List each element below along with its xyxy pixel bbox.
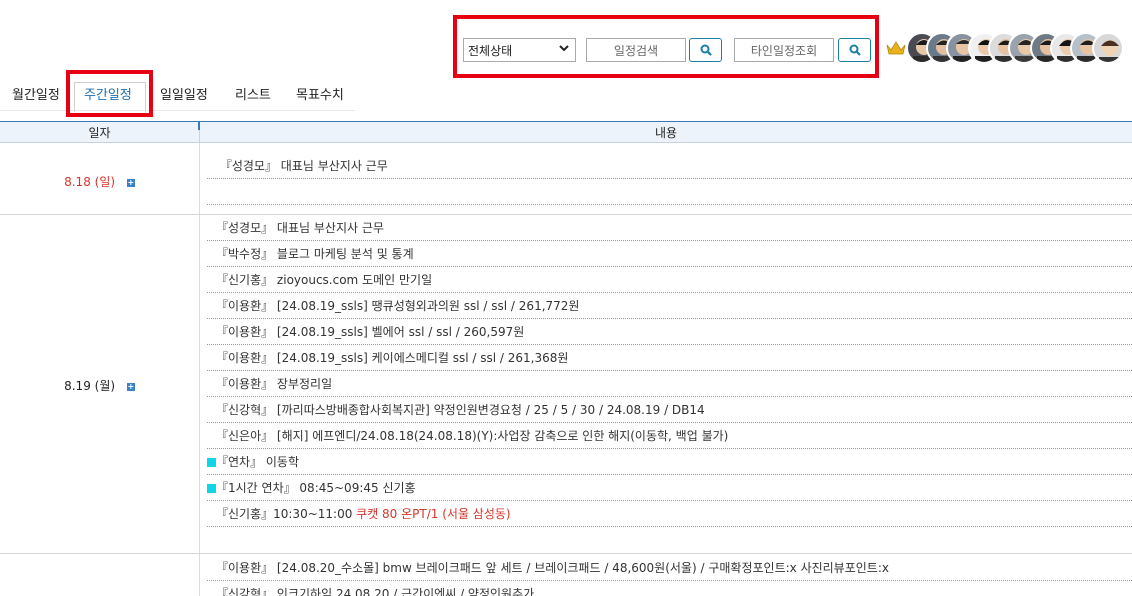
tab-underline [0,110,355,111]
schedule-entry[interactable]: 『이용환』 [24.08.19_ssls] 땡큐성형외과의원 ssl / ssl… [207,293,1132,319]
schedule-entry[interactable]: 『이용환』 [24.08.19_ssls] 벨에어 ssl / ssl / 26… [207,319,1132,345]
entry-marker [207,510,216,519]
active-tab-highlight-box [66,70,153,117]
schedule-entry[interactable]: 『신기홍』 zioyoucs.com 도메인 만기일 [207,267,1132,293]
tab-list[interactable]: 리스트 [235,82,271,110]
date-cell: 8.19 (월) + [0,377,199,394]
column-divider [199,143,200,596]
entry-marker [207,564,216,573]
entry-text: 『성경모』 대표님 부산지사 근무 [216,221,384,235]
plus-icon[interactable]: + [126,178,135,187]
member-avatar-list [906,32,1128,66]
column-header-content: 내용 [199,122,1132,144]
entry-text: 『1시간 연차』 08:45~09:45 신기홍 [216,481,416,495]
date-cell: 8.18 (일) + [0,173,199,190]
entry-marker [207,250,216,259]
entry-marker [207,302,216,311]
others-schedule-search-button[interactable] [838,38,871,62]
leave-marker [207,458,216,467]
row-separator [0,553,1132,554]
avatar[interactable] [1092,32,1124,64]
entry-text: 『신은아』 [해지] 에프엔디/24.08.18(24.08.18)(Y):사업… [216,429,729,443]
tab-monthly[interactable]: 월간일정 [12,82,60,110]
schedule-entry[interactable]: 『성경모』 대표님 부산지사 근무 [207,153,1132,179]
search-icon [700,44,712,56]
table-header: 일자 내용 [0,121,1132,144]
entry-text: 『이용환』 장부정리일 [216,377,333,391]
entry-text: 『신강혁』 인크기하임 24.08.20 / 근간이엔씨 / 약정인원추가 [216,587,535,596]
entry-text: 『신기홍』 zioyoucs.com 도메인 만기일 [216,273,433,287]
tab-target[interactable]: 목표수치 [296,82,344,110]
leave-marker [207,484,216,493]
column-resize-handle[interactable] [198,122,200,130]
entry-marker [207,328,216,337]
column-header-date: 일자 [88,126,111,140]
schedule-entry[interactable]: 『신기홍』10:30~11:00 쿠캣 80 온PT/1 (서울 삼성동) [207,501,1132,527]
entry-marker [207,590,216,596]
date-label: 8.18 (일) [64,175,116,189]
entry-text: 『이용환』 [24.08.19_ssls] 벨에어 ssl / ssl / 26… [216,325,525,339]
schedule-entry[interactable]: 『신강혁』 인크기하임 24.08.20 / 근간이엔씨 / 약정인원추가 [207,581,1132,596]
date-cell [0,570,199,584]
schedule-entry[interactable]: 『이용환』 장부정리일 [207,371,1132,397]
crown-icon [886,40,906,59]
schedule-entry-leave[interactable]: 『1시간 연차』 08:45~09:45 신기홍 [207,475,1132,501]
tab-daily[interactable]: 일일일정 [160,82,208,110]
schedule-entry-leave[interactable]: 『연차』 이동학 [207,449,1132,475]
entry-highlight-text: 쿠캣 80 온PT/1 (서울 삼성동) [356,507,511,521]
plus-icon[interactable]: + [126,382,135,391]
entry-text: 『이용환』 [24.08.20_수소몰] bmw 브레이크패드 앞 세트 / 브… [216,561,889,575]
entry-text: 『신기홍』10:30~11:00 [216,507,357,521]
entry-text: 『신강혁』 [까리따스방배종합사회복지관] 약정인원변경요청 / 25 / 5 … [216,403,705,417]
schedule-entry[interactable]: 『신강혁』 [까리따스방배종합사회복지관] 약정인원변경요청 / 25 / 5 … [207,397,1132,423]
status-select[interactable]: 전체상태 [463,38,576,62]
schedule-entry-empty [207,179,1132,205]
others-schedule-input[interactable]: 타인일정조회 [734,38,834,62]
entry-marker [207,406,216,415]
entry-marker [207,380,216,389]
entry-text: 『이용환』 [24.08.19_ssls] 케이에스메디컬 ssl / ssl … [216,351,569,365]
entry-text: 『박수정』 블로그 마케팅 분석 및 통계 [216,247,414,261]
entry-marker [207,276,216,285]
schedule-entry[interactable]: 『신은아』 [해지] 에프엔디/24.08.18(24.08.18)(Y):사업… [207,423,1132,449]
entry-marker [207,354,216,363]
schedule-entry[interactable]: 『이용환』 [24.08.20_수소몰] bmw 브레이크패드 앞 세트 / 브… [207,555,1132,581]
entry-marker [207,224,216,233]
search-icon [849,44,861,56]
chevron-down-icon [558,42,570,57]
entry-text: 『성경모』 대표님 부산지사 근무 [219,159,388,173]
schedule-entry[interactable]: 『성경모』 대표님 부산지사 근무 [207,215,1132,241]
date-label: 8.19 (월) [64,379,116,393]
schedule-entry[interactable]: 『박수정』 블로그 마케팅 분석 및 통계 [207,241,1132,267]
entry-text: 『연차』 이동학 [216,455,300,469]
schedule-entry[interactable]: 『이용환』 [24.08.19_ssls] 케이에스메디컬 ssl / ssl … [207,345,1132,371]
entry-text: 『이용환』 [24.08.19_ssls] 땡큐성형외과의원 ssl / ssl… [216,299,580,313]
schedule-search-button[interactable] [689,38,722,62]
entry-marker [207,432,216,441]
entry-marker [207,162,216,171]
status-select-value: 전체상태 [468,43,513,58]
schedule-search-input[interactable]: 일정검색 [586,38,686,62]
